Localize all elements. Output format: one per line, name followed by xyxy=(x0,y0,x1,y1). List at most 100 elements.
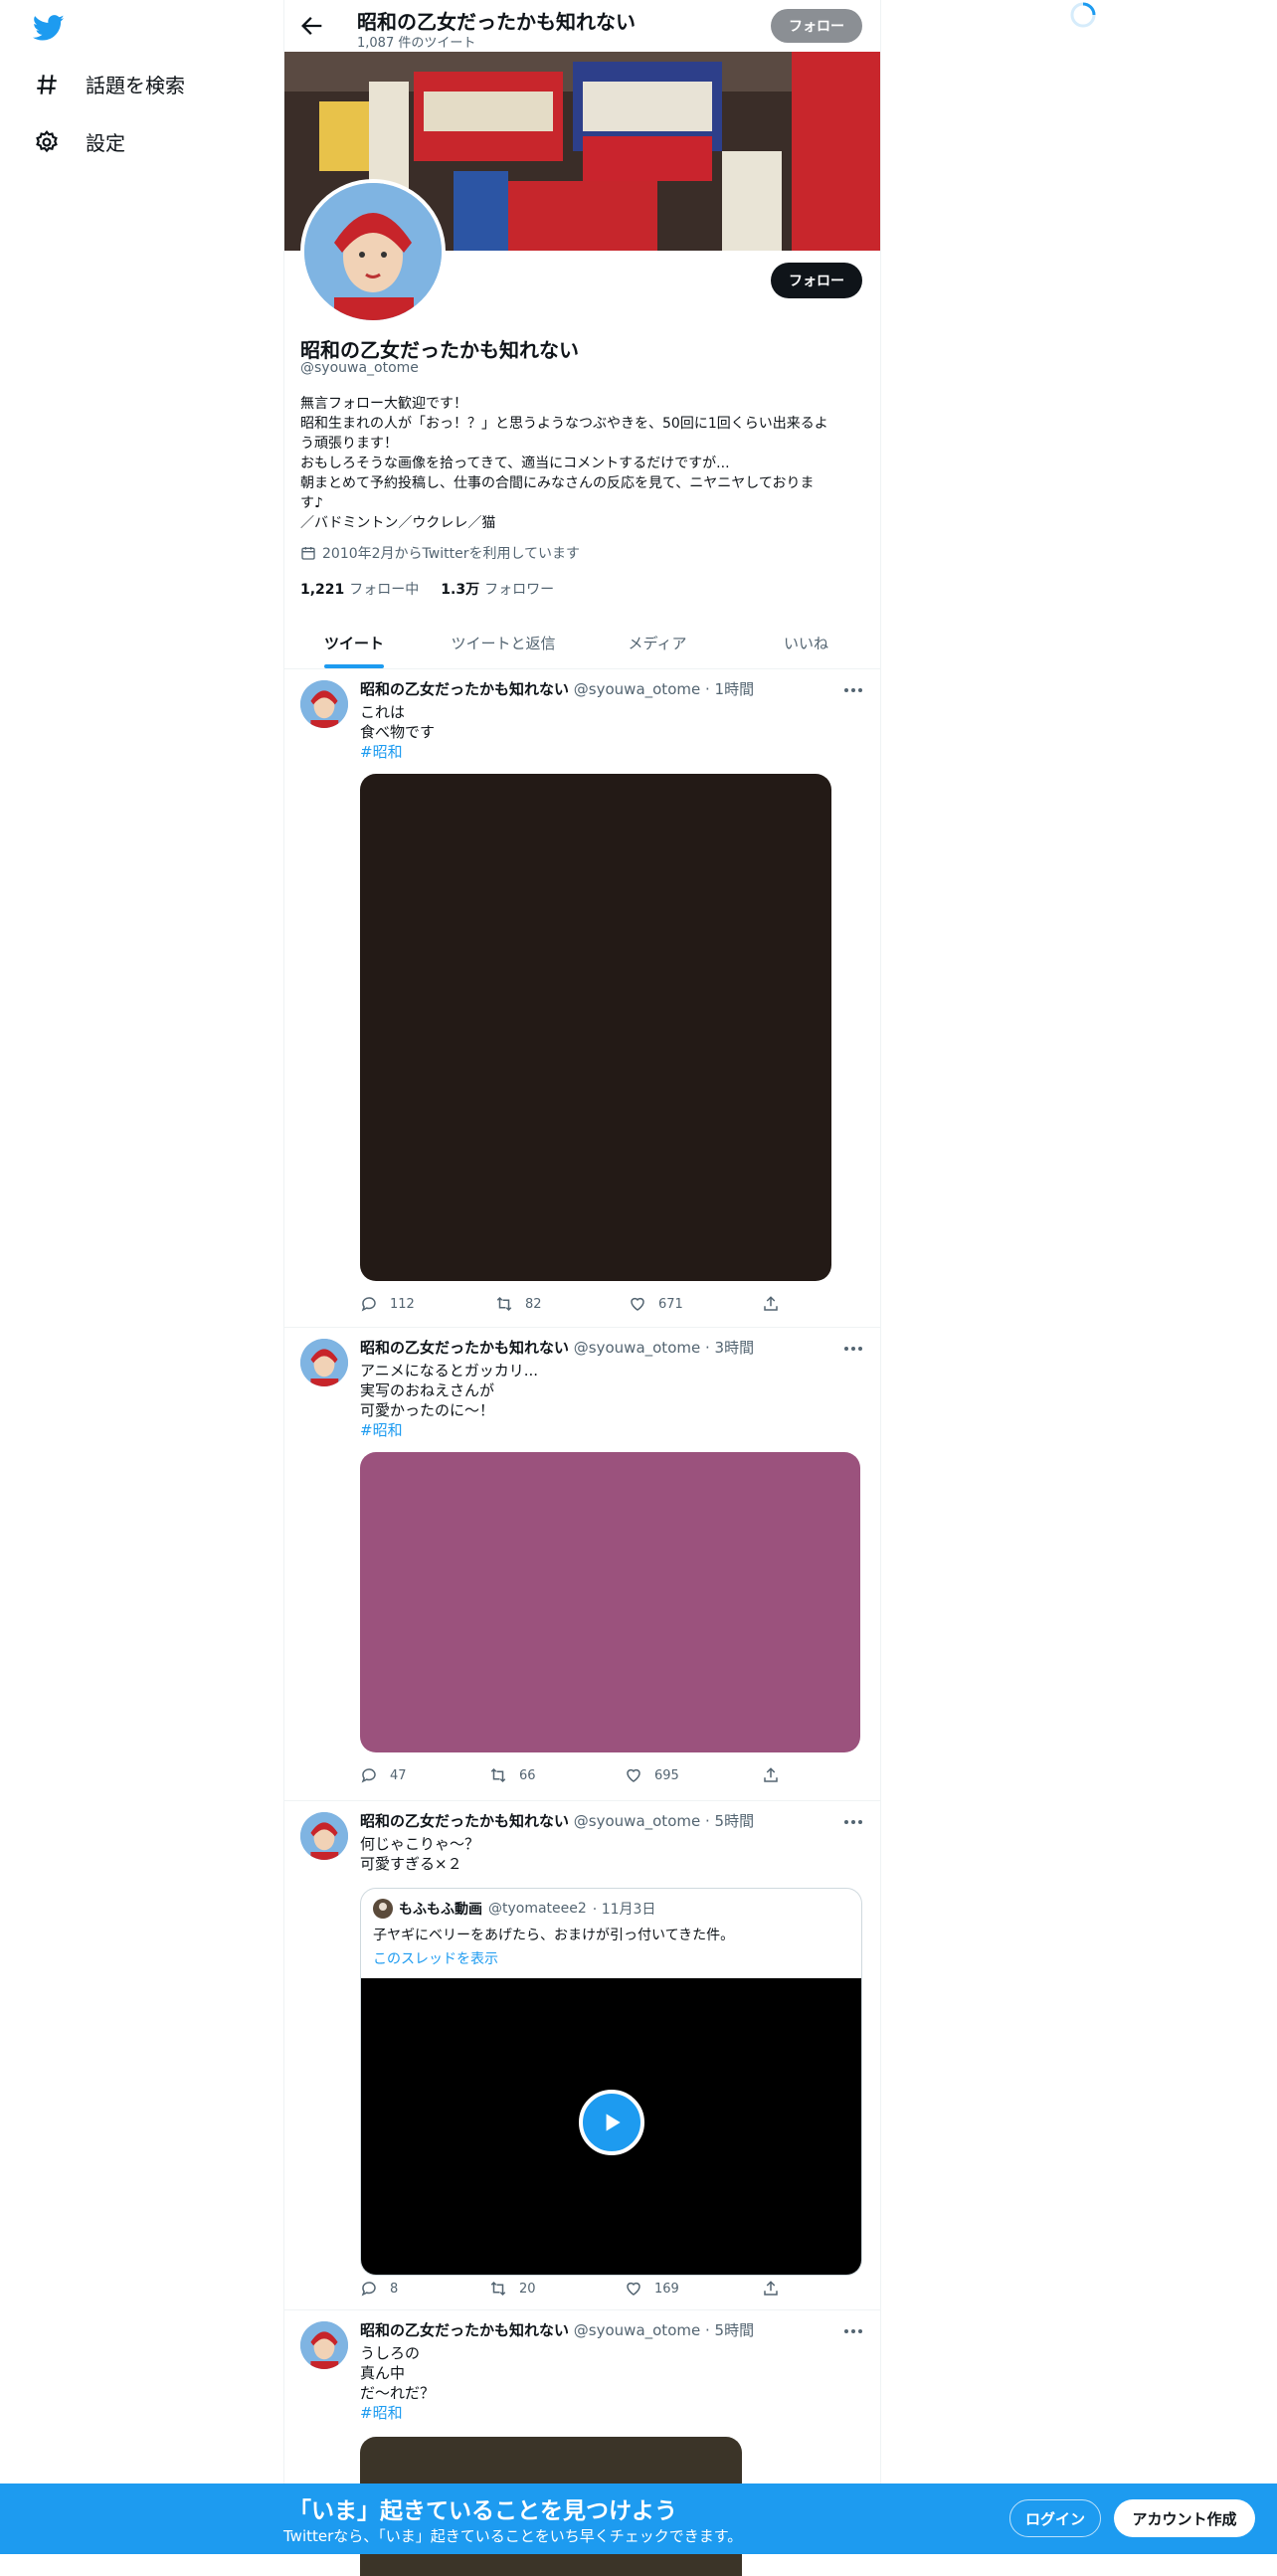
share-button[interactable] xyxy=(762,1295,780,1313)
reply-button[interactable]: 112 xyxy=(360,1295,415,1313)
reply-button[interactable]: 47 xyxy=(360,1766,407,1784)
nav-explore[interactable]: 話題を検索 xyxy=(34,70,185,98)
share-icon xyxy=(764,2281,778,2296)
tab-tweets[interactable]: ツイート xyxy=(284,617,424,668)
signup-banner: 「いま」起きていることを見つけよう Twitterなら、「いま」起きていることを… xyxy=(0,2484,1277,2554)
profile-avatar[interactable] xyxy=(300,179,446,324)
quoted-video[interactable] xyxy=(361,1978,861,2275)
tweet[interactable]: 昭和の乙女だったかも知れない @syouwa_otome · 1時間 これは 食… xyxy=(284,668,880,1328)
profile-follow-button[interactable]: フォロー xyxy=(771,263,862,298)
nav-settings[interactable]: 設定 xyxy=(34,127,125,156)
followers-link[interactable]: 1.3万 フォロワー xyxy=(441,579,554,599)
tweet-actions: 8 20 169 xyxy=(360,2280,788,2300)
more-options-icon[interactable] xyxy=(842,680,864,700)
retweet-icon xyxy=(490,1767,506,1783)
reply-button[interactable]: 8 xyxy=(360,2280,398,2298)
quoted-author-handle: @tyomateee2 xyxy=(488,1901,587,1917)
more-options-icon[interactable] xyxy=(842,1339,864,1359)
hashtag-link[interactable]: #昭和 xyxy=(360,2403,435,2423)
quoted-text: 子ヤギにベリーをあげたら、おまけが引っ付いてきた件。 xyxy=(373,1928,735,1943)
like-button[interactable]: 695 xyxy=(625,1766,679,1784)
retweet-icon xyxy=(490,2281,506,2297)
retweet-button[interactable]: 66 xyxy=(489,1766,536,1784)
quoted-author-name: もふもふ動画 xyxy=(399,1902,482,1918)
more-options-icon[interactable] xyxy=(842,1812,864,1832)
twitter-bird-icon[interactable] xyxy=(30,12,68,44)
quoted-tweet[interactable]: もふもふ動画 @tyomateee2 · 11月3日 子ヤギにベリーをあげたら、… xyxy=(360,1888,862,2276)
tab-tweets-replies[interactable]: ツイートと返信 xyxy=(424,617,583,668)
tweet-line: これは xyxy=(360,703,406,721)
tweet-avatar[interactable] xyxy=(300,2321,348,2369)
bio-line: 昭和生まれの人が「おっ！？」と思うようなつぶやきを、50回に1回くらい出来るよ xyxy=(300,416,828,432)
tab-likes[interactable]: いいね xyxy=(732,617,880,668)
tweet-author-name[interactable]: 昭和の乙女だったかも知れない xyxy=(360,2321,569,2339)
tweet-actions: 47 66 695 xyxy=(360,1766,788,1786)
tweet-line: 可愛かったのに～！ xyxy=(360,1401,495,1419)
tab-media[interactable]: メディア xyxy=(583,617,732,668)
header-follow-button[interactable]: フォロー xyxy=(771,9,862,43)
quoted-avatar xyxy=(373,1899,393,1919)
hashtag-link[interactable]: #昭和 xyxy=(360,742,435,762)
tweet-avatar[interactable] xyxy=(300,680,348,728)
retweet-button[interactable]: 20 xyxy=(489,2280,536,2298)
retweet-count: 66 xyxy=(519,1767,536,1783)
back-arrow-icon[interactable] xyxy=(298,12,326,40)
share-button[interactable] xyxy=(762,2280,780,2298)
profile-tabs: ツイート ツイートと返信 メディア いいね xyxy=(284,617,880,669)
show-thread-link[interactable]: このスレッドを表示 xyxy=(373,1948,498,1968)
retweet-icon xyxy=(496,1296,512,1312)
tweet-author-handle: @syouwa_otome xyxy=(573,680,701,698)
tweet-media-image[interactable] xyxy=(360,1452,860,1752)
loading-spinner-icon xyxy=(1070,2,1096,28)
tweet[interactable]: 昭和の乙女だったかも知れない @syouwa_otome · 3時間 アニメにな… xyxy=(284,1327,880,1801)
tweet-author-name[interactable]: 昭和の乙女だったかも知れない xyxy=(360,1339,569,1357)
tweet-line: 可愛すぎる×２ xyxy=(360,1855,462,1873)
tweet-author-name[interactable]: 昭和の乙女だったかも知れない xyxy=(360,1812,569,1830)
tweet-header: 昭和の乙女だったかも知れない @syouwa_otome · 3時間 xyxy=(360,1337,754,1358)
tweet-avatar[interactable] xyxy=(300,1339,348,1386)
avatar-image xyxy=(300,680,348,728)
tweet-time[interactable]: · 3時間 xyxy=(705,1339,754,1357)
tweet-time[interactable]: · 5時間 xyxy=(705,2321,754,2339)
followers-label: フォロワー xyxy=(484,582,555,598)
tweet-media-image[interactable] xyxy=(360,774,831,1281)
tweet-line: 何じゃこりゃ～？ xyxy=(360,1835,480,1853)
avatar-image xyxy=(300,1339,348,1386)
like-count: 671 xyxy=(658,1296,683,1312)
bio-line: う頑張ります！ xyxy=(300,436,398,452)
share-button[interactable] xyxy=(762,1766,780,1784)
avatar-image xyxy=(300,1812,348,1860)
more-options-icon[interactable] xyxy=(842,2321,864,2341)
nav-explore-label: 話題を検索 xyxy=(86,74,185,97)
tweet-text: うしろの 真ん中 だ～れだ？ #昭和 xyxy=(360,2343,435,2423)
heart-icon xyxy=(627,2282,640,2296)
bio-line: 無言フォロー大歓迎です！ xyxy=(300,396,467,412)
like-button[interactable]: 671 xyxy=(629,1295,683,1313)
play-button[interactable] xyxy=(579,2090,644,2155)
following-label: フォロー中 xyxy=(349,582,420,598)
tweet-line: 実写のおねえさんが xyxy=(360,1381,495,1399)
tweet-time[interactable]: · 5時間 xyxy=(705,1812,754,1830)
profile-join-date: 2010年2月からTwitterを利用しています xyxy=(300,543,580,563)
signup-banner-title: 「いま」起きていることを見つけよう xyxy=(288,2498,677,2524)
retweet-button[interactable]: 82 xyxy=(495,1295,542,1313)
tweet-header: 昭和の乙女だったかも知れない @syouwa_otome · 5時間 xyxy=(360,2319,754,2340)
retweet-count: 20 xyxy=(519,2281,536,2297)
login-button[interactable]: ログイン xyxy=(1009,2499,1101,2537)
play-icon xyxy=(606,2114,621,2131)
tweet-author-name[interactable]: 昭和の乙女だったかも知れない xyxy=(360,680,569,698)
tweet[interactable]: 昭和の乙女だったかも知れない @syouwa_otome · 5時間 何じゃこり… xyxy=(284,1800,880,2310)
following-link[interactable]: 1,221 フォロー中 xyxy=(300,579,419,599)
tweet-author-handle: @syouwa_otome xyxy=(573,1339,701,1357)
reply-count: 47 xyxy=(390,1767,407,1783)
tweet-author-handle: @syouwa_otome xyxy=(573,2321,701,2339)
signup-button[interactable]: アカウント作成 xyxy=(1114,2499,1255,2537)
like-button[interactable]: 169 xyxy=(625,2280,679,2298)
like-count: 169 xyxy=(654,2281,679,2297)
tweet-avatar[interactable] xyxy=(300,1812,348,1860)
bio-line: おもしろそうな画像を拾ってきて、適当にコメントするだけですが... xyxy=(300,456,730,471)
tweet-time[interactable]: · 1時間 xyxy=(705,680,754,698)
reply-icon xyxy=(361,2282,376,2297)
bio-line: す♪ xyxy=(300,495,323,511)
hashtag-link[interactable]: #昭和 xyxy=(360,1420,538,1440)
